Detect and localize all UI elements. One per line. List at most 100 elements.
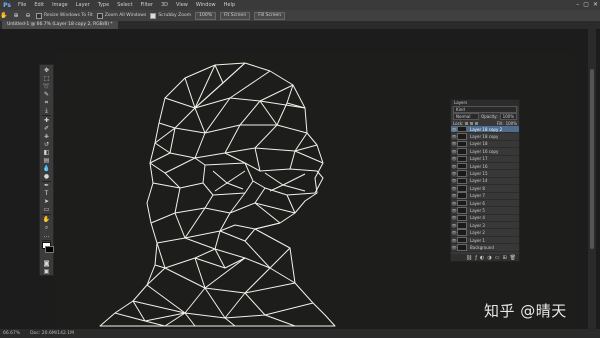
fill-screen-button[interactable]: Fill Screen	[254, 11, 286, 20]
menu-select[interactable]: Select	[113, 2, 136, 8]
menu-type[interactable]: Type	[94, 2, 113, 8]
layer-row[interactable]: 👁 Layer 18 copy 2	[451, 125, 519, 134]
layer-thumbnail	[457, 214, 467, 222]
eraser-tool-icon[interactable]: ◧	[42, 149, 51, 156]
layer-row[interactable]: 👁 Layer 18 copy	[451, 133, 519, 141]
folder-icon[interactable]: ▭	[495, 255, 500, 261]
vertical-scrollbar[interactable]	[588, 29, 596, 329]
layer-row[interactable]: 👁 Layer 15	[451, 170, 519, 178]
scrubby-zoom-checkbox[interactable]: Scrubby Zoom	[150, 12, 191, 19]
background-color-swatch[interactable]	[44, 245, 54, 253]
quick-mask-icon[interactable]: ◙	[42, 260, 51, 267]
layer-row[interactable]: 👁 Layer 5	[451, 207, 519, 215]
menu-help[interactable]: Help	[220, 2, 239, 8]
layer-row[interactable]: 👁 Layer 6	[451, 199, 519, 208]
menu-file[interactable]: File	[14, 2, 30, 8]
layer-row[interactable]: 👁 Layer 2	[451, 229, 519, 237]
more-tools-icon[interactable]: …	[42, 232, 51, 239]
layer-row[interactable]: 👁 Layer 3	[451, 222, 519, 230]
lock-all-icon[interactable]	[475, 121, 479, 125]
link-icon[interactable]: ⛓	[466, 255, 472, 261]
layer-row[interactable]: 👁 Layer 7	[451, 192, 519, 200]
layer-row[interactable]: 👁 Background	[451, 244, 519, 252]
menu-layer[interactable]: Layer	[72, 2, 94, 8]
mask-icon[interactable]: ◐	[480, 255, 484, 261]
hand-icon[interactable]: ✋	[0, 12, 8, 19]
zoom-out-icon[interactable]: ⊖	[24, 12, 32, 19]
layer-list: 👁 Layer 18 copy 2 👁 Layer 18 copy 👁 Layer 1…	[451, 125, 519, 252]
layer-thumbnail	[457, 140, 467, 148]
layer-row[interactable]: 👁 Layer 16 copy	[451, 148, 519, 156]
trash-icon[interactable]: 🗑	[510, 255, 516, 261]
actual-pixels-button[interactable]: 100%	[195, 11, 216, 20]
fx-icon[interactable]: ƒ	[475, 255, 477, 261]
layer-row[interactable]: 👁 Layer 16	[451, 162, 519, 171]
layer-row[interactable]: 👁 Layer 1	[451, 236, 519, 245]
move-tool-icon[interactable]: ✥	[42, 67, 51, 74]
layer-thumbnail	[457, 244, 467, 251]
layer-thumbnail	[457, 177, 467, 185]
layer-row[interactable]: 👁 Layer 4	[451, 214, 519, 223]
type-tool-icon[interactable]: T	[42, 190, 51, 197]
layers-panel: Layers Kind Normal Opacity: 100% Lock: F…	[450, 99, 520, 262]
toolbox-divider	[42, 240, 51, 241]
layer-row[interactable]: 👁 Layer 8	[451, 185, 519, 193]
fill-input[interactable]: 100%	[506, 121, 517, 126]
photoshop-logo: Ps	[3, 1, 11, 9]
zoom-all-checkbox[interactable]: Zoom All Windows	[96, 12, 146, 19]
adjustment-icon[interactable]: ◑	[487, 255, 491, 261]
shape-tool-icon[interactable]: ▭	[42, 206, 51, 213]
screen-mode-icon[interactable]: ▣	[42, 268, 51, 275]
menu-window[interactable]: Window	[192, 2, 220, 8]
crop-tool-icon[interactable]: ⌗	[42, 99, 51, 106]
layer-name: Layer 14	[470, 178, 488, 184]
layer-kind-filter[interactable]: Kind	[453, 106, 517, 113]
close-icon[interactable]: ✕	[593, 1, 598, 8]
blend-mode-select[interactable]: Normal	[453, 113, 480, 120]
layer-name: Layer 15	[470, 171, 488, 177]
healing-tool-icon[interactable]: ✚	[42, 117, 51, 124]
new-layer-icon[interactable]: ⊞	[502, 255, 506, 261]
layer-name: Layer 16 copy	[470, 148, 499, 154]
blur-tool-icon[interactable]: 💧	[42, 165, 51, 172]
pen-tool-icon[interactable]: ✒	[42, 182, 51, 189]
opacity-input[interactable]: 100%	[499, 113, 517, 120]
menu-view[interactable]: View	[172, 2, 192, 8]
resize-windows-checkbox[interactable]: Resize Windows To Fit	[36, 12, 93, 19]
layer-name: Layer 4	[470, 215, 485, 221]
lock-position-icon[interactable]	[470, 121, 474, 125]
blend-opacity-row: Normal Opacity: 100%	[451, 113, 519, 120]
brush-tool-icon[interactable]: ✐	[42, 125, 51, 132]
layer-row[interactable]: 👁 Layer 18	[451, 140, 519, 149]
eyedropper-tool-icon[interactable]: ⤓	[42, 107, 51, 114]
layer-thumbnail	[457, 155, 467, 163]
zoom-in-icon[interactable]: ⊕	[12, 12, 20, 19]
layer-row[interactable]: 👁 Layer 14	[451, 177, 519, 186]
gradient-tool-icon[interactable]: ▤	[42, 157, 51, 164]
lock-label: Lock:	[453, 120, 464, 126]
lasso-tool-icon[interactable]: ➰	[42, 83, 51, 90]
clone-tool-icon[interactable]: ⎈	[42, 133, 51, 140]
menu-edit[interactable]: Edit	[30, 2, 48, 8]
path-select-tool-icon[interactable]: ➤	[42, 198, 51, 205]
hand-tool-icon[interactable]: ✋	[42, 216, 51, 223]
fit-screen-button[interactable]: Fit Screen	[220, 11, 251, 20]
minimize-icon[interactable]: –	[576, 1, 579, 8]
scrollbar-thumb[interactable]	[590, 69, 594, 249]
layers-panel-footer: ⛓ ƒ ◐ ◑ ▭ ⊞ 🗑	[451, 254, 519, 261]
marquee-tool-icon[interactable]: ⬚	[42, 75, 51, 82]
document-tab[interactable]: Untitled-1 @ 66.7% (Layer 18 copy 2, RGB…	[2, 21, 118, 29]
zoom-tool-icon[interactable]: ⌕	[42, 224, 51, 231]
zoom-level[interactable]: 66.67%	[3, 331, 20, 336]
layer-row[interactable]: 👁 Layer 17	[451, 155, 519, 163]
lock-pixels-icon[interactable]	[465, 121, 469, 125]
maximize-icon[interactable]: ▢	[583, 1, 589, 8]
history-brush-icon[interactable]: ↺	[42, 141, 51, 148]
dodge-tool-icon[interactable]: ●	[42, 173, 51, 180]
menu-3d[interactable]: 3D	[157, 2, 172, 8]
tools-panel: ✥ ⬚ ➰ ✎ ⌗ ⤓ ✚ ✐ ⎈ ↺ ◧ ▤ 💧 ● ✒ T ➤ ▭ ✋ ⌕ …	[39, 64, 54, 276]
menu-filter[interactable]: Filter	[137, 2, 157, 8]
quick-select-tool-icon[interactable]: ✎	[42, 91, 51, 98]
menu-image[interactable]: Image	[48, 2, 72, 8]
layer-name: Layer 1	[470, 237, 485, 243]
